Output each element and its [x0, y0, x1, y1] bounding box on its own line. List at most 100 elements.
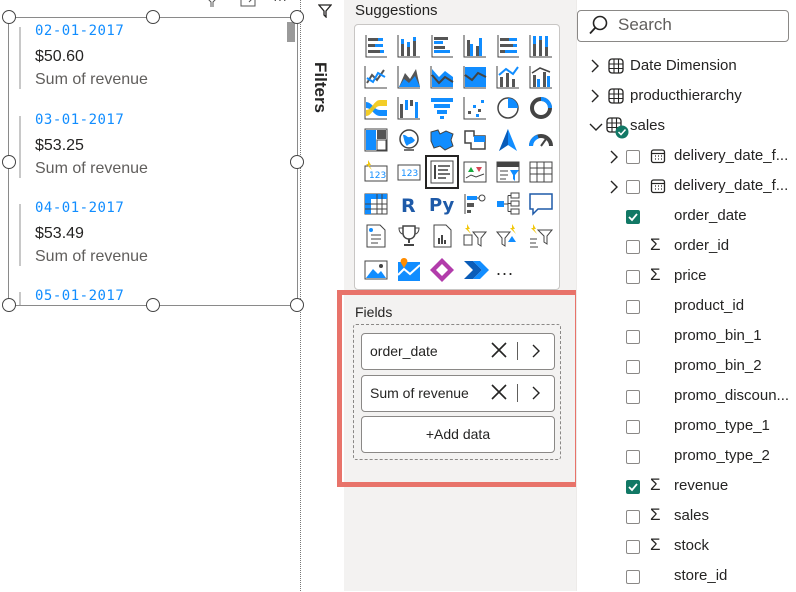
scatter-chart-icon[interactable]: [461, 94, 489, 122]
chevron-right-icon[interactable]: [609, 180, 619, 194]
slicer-icon[interactable]: [494, 158, 522, 186]
line-chart-icon[interactable]: [362, 63, 390, 91]
remove-field-icon[interactable]: [490, 383, 508, 401]
r-script-visual-icon[interactable]: R: [395, 190, 423, 218]
matrix-icon[interactable]: [362, 190, 390, 218]
field-row[interactable]: Σorder_id: [600, 232, 790, 262]
chevron-down-icon[interactable]: [589, 119, 603, 133]
field-row[interactable]: promo_type_1: [600, 412, 790, 442]
kpi-icon[interactable]: [461, 158, 489, 186]
chevron-right-icon[interactable]: [530, 342, 542, 360]
filter-visual-icon[interactable]: [204, 0, 220, 10]
field-checkbox[interactable]: [626, 510, 640, 524]
map-globe-icon[interactable]: [395, 126, 423, 154]
resize-handle[interactable]: [290, 10, 304, 24]
resize-handle[interactable]: [290, 155, 304, 169]
gauge-icon[interactable]: [527, 126, 555, 154]
more-visuals-button[interactable]: ...: [496, 259, 514, 280]
field-row[interactable]: store_id: [600, 562, 790, 592]
field-row[interactable]: promo_bin_1: [600, 322, 790, 352]
power-automate-icon[interactable]: [461, 256, 489, 284]
table-visual-icon[interactable]: [527, 158, 555, 186]
field-pill-sum-of-revenue[interactable]: Sum of revenue: [361, 375, 555, 412]
resize-handle[interactable]: [2, 155, 16, 169]
clustered-column-chart-icon[interactable]: [461, 32, 489, 60]
more-options-icon[interactable]: ···: [272, 0, 288, 6]
field-checkbox[interactable]: [626, 540, 640, 554]
field-checkbox[interactable]: [626, 180, 640, 194]
field-row[interactable]: product_id: [600, 292, 790, 322]
field-checkbox[interactable]: [626, 150, 640, 164]
100-stacked-area-chart-icon[interactable]: [461, 63, 489, 91]
resize-handle[interactable]: [290, 298, 304, 312]
stacked-column-chart-icon[interactable]: [395, 32, 423, 60]
funnel-chart-icon[interactable]: [428, 94, 456, 122]
100-stacked-column-chart-icon[interactable]: [527, 32, 555, 60]
image-visual-icon[interactable]: [362, 256, 390, 284]
card-new-icon[interactable]: 123: [395, 158, 423, 186]
line-and-clustered-column-chart-icon[interactable]: [527, 63, 555, 91]
stacked-area-chart-icon[interactable]: [428, 63, 456, 91]
shape-map-icon[interactable]: [461, 126, 489, 154]
chevron-right-icon[interactable]: [590, 59, 600, 73]
donut-chart-icon[interactable]: [527, 94, 555, 122]
table-row-producthierarchy[interactable]: producthierarchy: [580, 82, 790, 112]
field-checkbox[interactable]: [626, 390, 640, 404]
field-checkbox[interactable]: [626, 360, 640, 374]
field-row[interactable]: Σprice: [600, 262, 790, 292]
waterfall-chart-icon[interactable]: [395, 94, 423, 122]
add-data-button[interactable]: +Add data: [361, 416, 555, 453]
pie-chart-icon[interactable]: [494, 94, 522, 122]
field-checkbox[interactable]: [626, 480, 640, 494]
paginated-report-icon[interactable]: [428, 222, 456, 250]
field-checkbox[interactable]: [626, 240, 640, 254]
power-automate-visual-icon[interactable]: [494, 222, 522, 250]
goals-trophy-icon[interactable]: [395, 222, 423, 250]
field-checkbox[interactable]: [626, 270, 640, 284]
visual-scrollbar[interactable]: [287, 22, 295, 42]
power-apps-visual-icon[interactable]: [461, 222, 489, 250]
remove-field-icon[interactable]: [490, 341, 508, 359]
filters-label[interactable]: Filters: [310, 62, 330, 113]
field-row[interactable]: promo_type_2: [600, 442, 790, 472]
field-pill-order-date[interactable]: order_date: [361, 333, 555, 370]
field-row[interactable]: promo_discoun...: [600, 382, 790, 412]
treemap-icon[interactable]: [362, 126, 390, 154]
arcgis-map-icon[interactable]: [395, 256, 423, 284]
100-stacked-bar-chart-icon[interactable]: [494, 32, 522, 60]
resize-handle[interactable]: [146, 298, 160, 312]
chevron-right-icon[interactable]: [590, 89, 600, 103]
table-row-sales[interactable]: sales: [580, 112, 790, 142]
table-row-date-dimension[interactable]: Date Dimension: [580, 52, 790, 82]
field-row[interactable]: delivery_date_f...: [600, 142, 790, 172]
python-visual-icon[interactable]: Py: [428, 190, 456, 218]
field-row[interactable]: Σrevenue: [600, 472, 790, 502]
filled-map-icon[interactable]: [428, 126, 456, 154]
decomposition-tree-icon[interactable]: [494, 190, 522, 218]
field-row[interactable]: delivery_date_f...: [600, 172, 790, 202]
azure-map-icon[interactable]: [494, 126, 522, 154]
line-and-stacked-column-chart-icon[interactable]: [494, 63, 522, 91]
field-checkbox[interactable]: [626, 570, 640, 584]
multi-row-card-visual[interactable]: 02-01-2017 $50.60 Sum of revenue 03-01-2…: [8, 17, 298, 306]
field-row[interactable]: Σstock: [600, 532, 790, 562]
chevron-right-icon[interactable]: [530, 384, 542, 402]
field-checkbox[interactable]: [626, 300, 640, 314]
area-chart-icon[interactable]: [395, 63, 423, 91]
qa-visual-icon[interactable]: [527, 190, 555, 218]
custom-visual-filter-icon[interactable]: [527, 222, 555, 250]
field-checkbox[interactable]: [626, 450, 640, 464]
card-icon[interactable]: 123: [362, 158, 390, 186]
multi-row-card-icon[interactable]: [425, 155, 459, 189]
field-checkbox[interactable]: [626, 420, 640, 434]
ribbon-chart-icon[interactable]: [362, 94, 390, 122]
smart-narrative-icon[interactable]: [362, 222, 390, 250]
clustered-bar-chart-icon[interactable]: [428, 32, 456, 60]
chevron-right-icon[interactable]: [609, 150, 619, 164]
field-row[interactable]: order_date: [600, 202, 790, 232]
field-row[interactable]: promo_bin_2: [600, 352, 790, 382]
resize-handle[interactable]: [146, 10, 160, 24]
resize-handle[interactable]: [2, 10, 16, 24]
stacked-bar-chart-icon[interactable]: [362, 32, 390, 60]
field-checkbox[interactable]: [626, 210, 640, 224]
